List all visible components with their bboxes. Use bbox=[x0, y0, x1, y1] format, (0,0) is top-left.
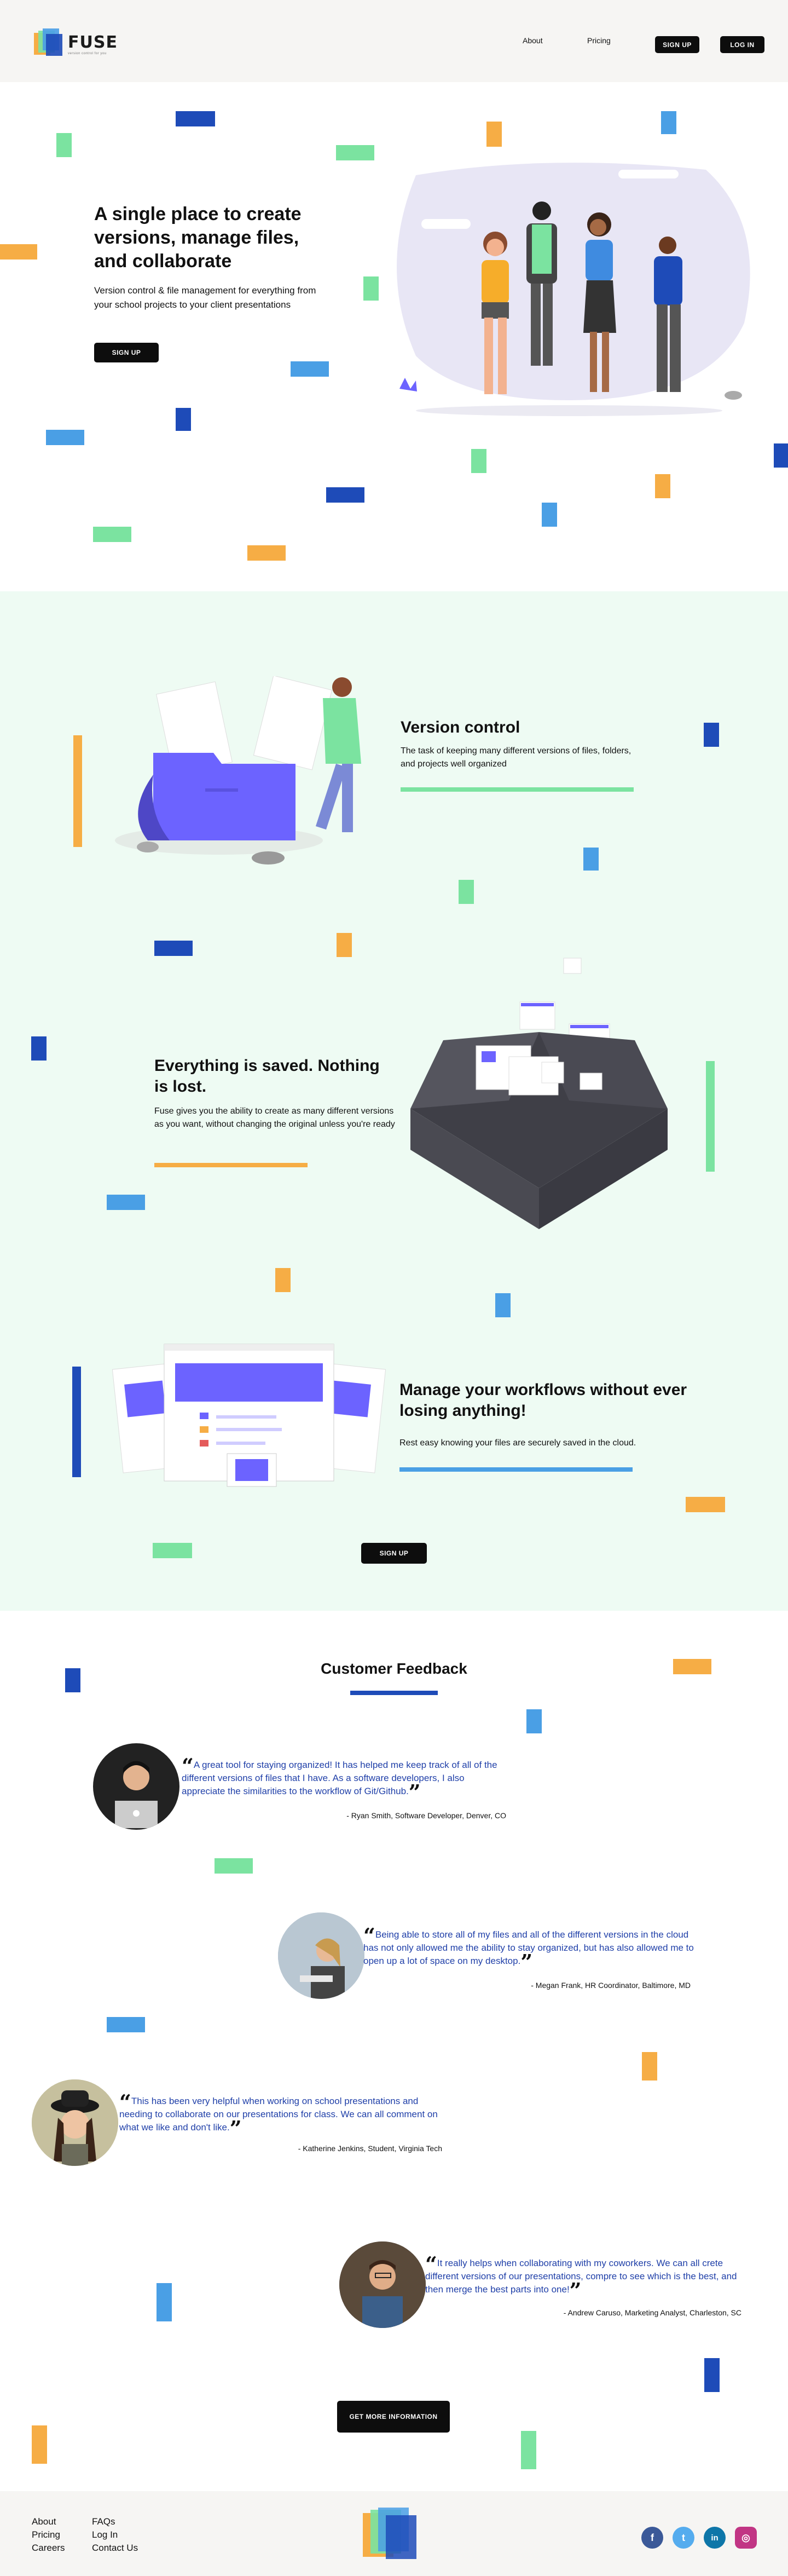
footer-logo-icon[interactable] bbox=[363, 2508, 423, 2562]
team-illustration bbox=[397, 163, 750, 416]
feature-desc-workflows: Rest easy knowing your files are securel… bbox=[399, 1438, 636, 1448]
feature-desc-version-control: The task of keeping many different versi… bbox=[401, 746, 631, 769]
testimonial-author: - Megan Frank, HR Coordinator, Baltimore… bbox=[531, 1981, 691, 1990]
testimonial-author: - Katherine Jenkins, Student, Virginia T… bbox=[298, 2144, 442, 2153]
decor-rect bbox=[31, 1036, 47, 1061]
feedback-underline bbox=[350, 1691, 438, 1695]
logo-text: FUSE bbox=[68, 32, 118, 52]
decor-rect bbox=[642, 2052, 657, 2081]
testimonial-quote: “Being able to store all of my files and… bbox=[363, 1923, 694, 1974]
footer-link-faqs[interactable]: FAQs bbox=[92, 2516, 115, 2527]
nav-about[interactable]: About bbox=[523, 36, 543, 45]
decor-rect bbox=[0, 244, 37, 260]
close-quote-icon: ” bbox=[229, 2116, 242, 2141]
features-signup-button[interactable]: SIGN UP bbox=[361, 1543, 427, 1564]
decor-rect bbox=[661, 111, 676, 134]
decor-rect bbox=[275, 1268, 291, 1292]
logo[interactable]: FUSE version control for you bbox=[34, 28, 118, 59]
decor-rect bbox=[56, 133, 72, 157]
hero-title: A single place to create versions, manag… bbox=[94, 204, 302, 272]
site-header: FUSE version control for you About Prici… bbox=[0, 0, 788, 82]
decor-rect bbox=[176, 408, 191, 431]
decor-rect bbox=[215, 1858, 253, 1874]
decor-rect bbox=[46, 430, 84, 445]
feature-title-saved: Everything is saved. Nothing is lost. bbox=[154, 1057, 380, 1096]
feature-underline bbox=[154, 1163, 308, 1167]
avatar-megan bbox=[278, 1912, 364, 1999]
decor-rect bbox=[686, 1497, 725, 1512]
footer-link-pricing[interactable]: Pricing bbox=[32, 2529, 60, 2540]
decor-rect bbox=[526, 1709, 542, 1733]
decor-rect bbox=[72, 1367, 81, 1477]
decor-rect bbox=[495, 1293, 511, 1317]
decor-rect bbox=[93, 527, 131, 542]
twitter-icon[interactable]: t bbox=[673, 2527, 694, 2549]
header-login-button[interactable]: LOG IN bbox=[720, 36, 764, 53]
decor-rect bbox=[107, 1195, 145, 1210]
decor-rect bbox=[459, 880, 474, 904]
testimonial-quote: “A great tool for staying organized! It … bbox=[182, 1754, 497, 1805]
feature-desc-saved: Fuse gives you the ability to create as … bbox=[154, 1107, 395, 1129]
decor-rect bbox=[542, 503, 557, 527]
decor-rect bbox=[247, 545, 286, 561]
workflow-illustration bbox=[112, 1344, 386, 1487]
instagram-icon[interactable]: ◎ bbox=[735, 2527, 757, 2549]
get-more-information-button[interactable]: GET MORE INFORMATION bbox=[337, 2401, 450, 2433]
nav-pricing[interactable]: Pricing bbox=[587, 36, 611, 45]
decor-rect bbox=[153, 1543, 192, 1558]
close-quote-icon: ” bbox=[408, 1780, 421, 1805]
logo-mark-icon bbox=[34, 28, 63, 59]
testimonial-quote: “This has been very helpful when working… bbox=[119, 2090, 438, 2141]
feature-title-version-control: Version control bbox=[401, 718, 520, 736]
decor-rect bbox=[583, 848, 599, 871]
folder-illustration bbox=[115, 676, 361, 865]
decor-rect bbox=[107, 2017, 145, 2032]
decor-rect bbox=[363, 276, 379, 301]
avatar-ryan bbox=[93, 1743, 179, 1830]
hero-signup-button[interactable]: SIGN UP bbox=[94, 343, 159, 362]
linkedin-icon[interactable]: in bbox=[704, 2527, 726, 2549]
close-quote-icon: ” bbox=[569, 2278, 582, 2303]
decor-rect bbox=[521, 2431, 536, 2469]
decor-rect bbox=[32, 2425, 47, 2464]
decor-rect bbox=[337, 933, 352, 957]
footer-link-careers[interactable]: Careers bbox=[32, 2543, 65, 2554]
feature-underline bbox=[401, 787, 634, 792]
box-illustration bbox=[410, 958, 668, 1229]
feedback-title: Customer Feedback bbox=[321, 1660, 467, 1677]
header-signup-button[interactable]: SIGN UP bbox=[655, 36, 699, 53]
decor-rect bbox=[471, 449, 486, 473]
decor-rect bbox=[486, 122, 502, 147]
footer-link-about[interactable]: About bbox=[32, 2516, 56, 2527]
decor-rect bbox=[154, 941, 193, 956]
testimonial-author: - Ryan Smith, Software Developer, Denver… bbox=[346, 1811, 506, 1820]
decor-rect bbox=[291, 361, 329, 377]
logo-tagline: version control for you bbox=[68, 51, 107, 55]
decor-rect bbox=[336, 145, 374, 160]
decor-rect bbox=[706, 1061, 715, 1172]
decor-rect bbox=[704, 2358, 720, 2392]
footer-link-contact[interactable]: Contact Us bbox=[92, 2543, 138, 2554]
decor-rect bbox=[774, 443, 788, 468]
feature-title-workflows: Manage your workflows without ever losin… bbox=[399, 1381, 687, 1420]
avatar-katherine bbox=[32, 2079, 118, 2166]
footer-link-login[interactable]: Log In bbox=[92, 2529, 118, 2540]
decor-rect bbox=[655, 474, 670, 498]
facebook-icon[interactable]: f bbox=[641, 2527, 663, 2549]
hero-subtitle: Version control & file management for ev… bbox=[94, 285, 316, 310]
testimonial-quote: “It really helps when collaborating with… bbox=[425, 2252, 737, 2303]
feature-underline bbox=[399, 1467, 633, 1472]
decor-rect bbox=[73, 735, 82, 847]
decor-rect bbox=[704, 723, 719, 747]
testimonial-author: - Andrew Caruso, Marketing Analyst, Char… bbox=[563, 2308, 741, 2317]
close-quote-icon: ” bbox=[520, 1950, 533, 1974]
decor-rect bbox=[326, 487, 364, 503]
decor-rect bbox=[176, 111, 215, 126]
avatar-andrew bbox=[339, 2241, 426, 2328]
decor-rect bbox=[157, 2283, 172, 2321]
